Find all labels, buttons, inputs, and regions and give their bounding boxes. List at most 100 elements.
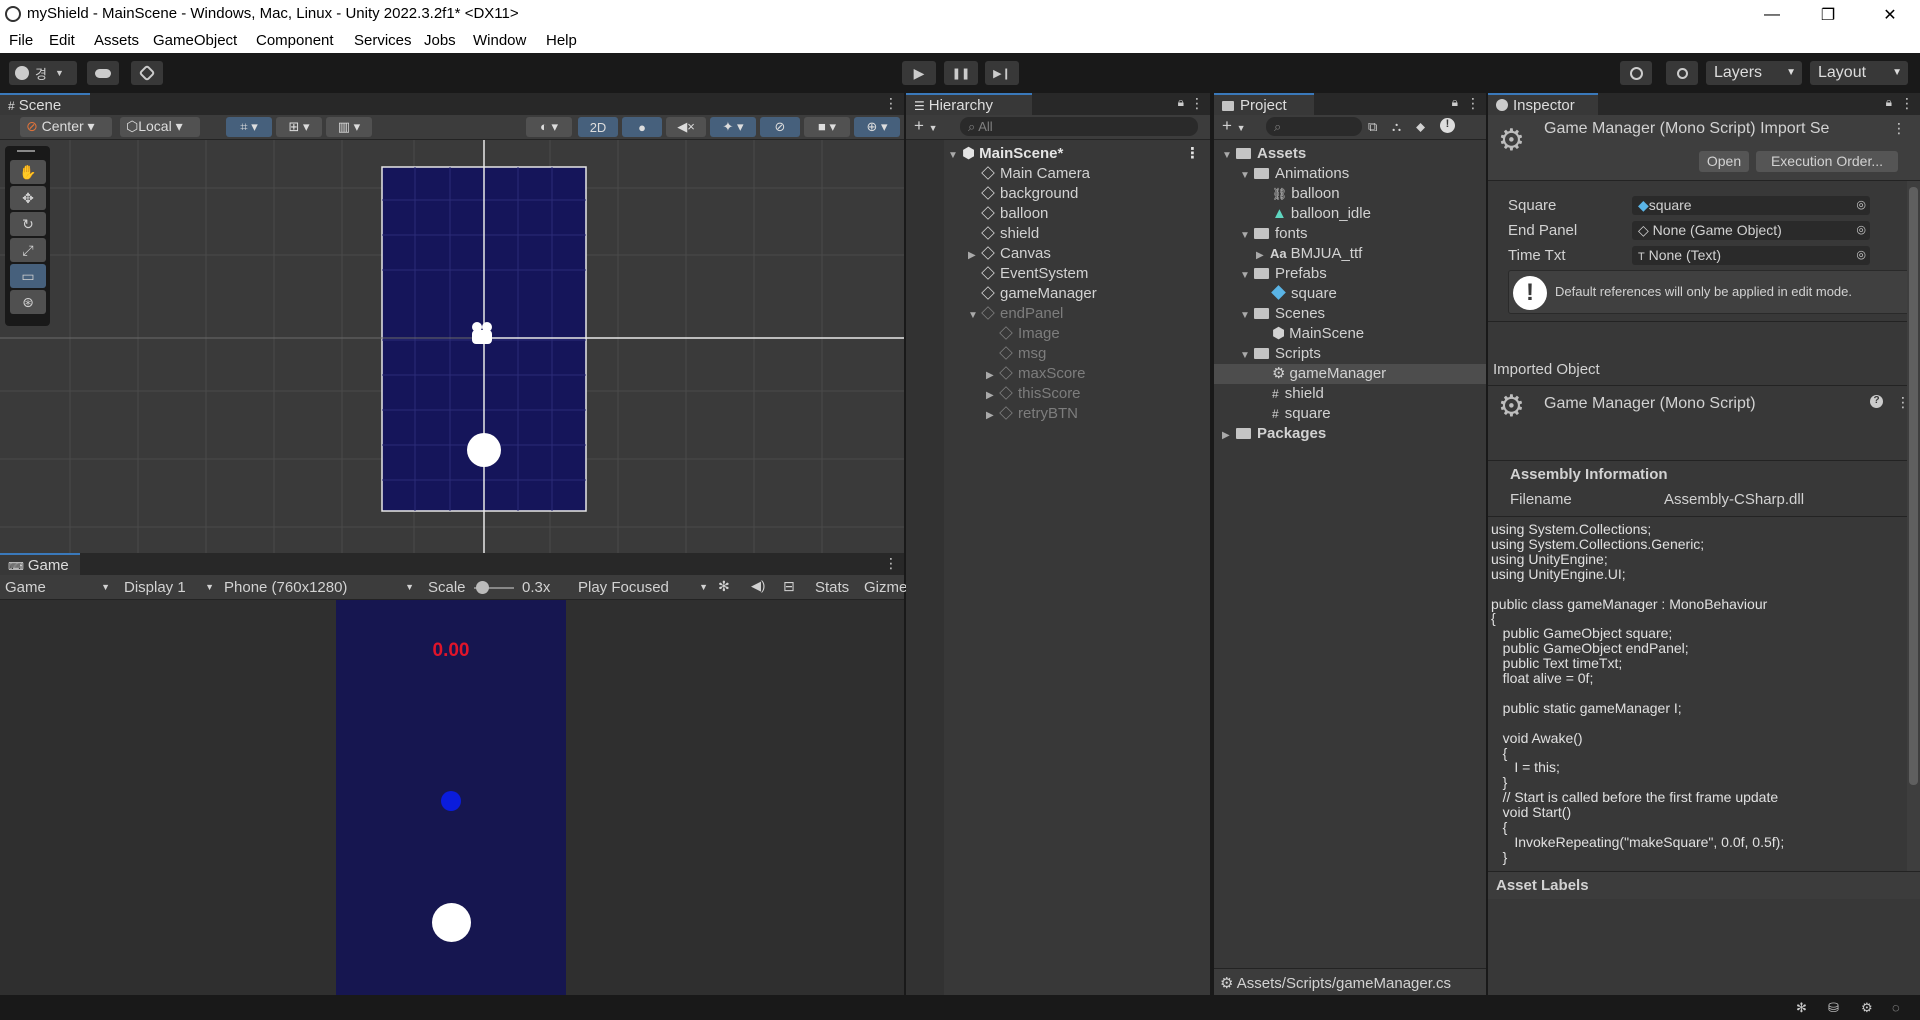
menu-edit[interactable]: Edit	[49, 32, 75, 49]
lock-icon[interactable]: 🔒︎	[1452, 95, 1458, 110]
menu-assets[interactable]: Assets	[94, 32, 139, 49]
menu-services[interactable]: Services	[354, 32, 412, 49]
restore-button[interactable]: ❐	[1800, 0, 1856, 29]
layout-dropdown[interactable]: Layout ▼	[1810, 61, 1908, 85]
scene-viewport[interactable]: ✋ ✥ ↻ ⤢ ▭ ⊛	[0, 140, 904, 553]
scale-tool-icon[interactable]: ⤢	[10, 238, 46, 262]
filter-label-icon[interactable]: ⬥	[1416, 119, 1425, 135]
list-item[interactable]: ▶ Canvas	[906, 244, 1210, 264]
resolution-dropdown[interactable]: Phone (760x1280) ▼	[224, 579, 414, 596]
hidden-objects-toggle[interactable]: ⊘	[760, 117, 800, 137]
gizmos-dropdown[interactable]: ⊕ ▾	[854, 117, 900, 137]
keyboard-icon[interactable]: ⊟	[783, 578, 795, 595]
list-item[interactable]: EventSystem	[906, 264, 1210, 284]
cloud-button[interactable]	[87, 61, 119, 85]
object-picker-icon[interactable]: ◎	[1856, 248, 1866, 261]
scene-menu-kebab[interactable]: ⋮	[1185, 144, 1200, 164]
game-viewport[interactable]: 0.00	[0, 600, 904, 995]
search-window-icon[interactable]: ⧉	[1368, 119, 1377, 135]
gizmos-button[interactable]: Gizme	[864, 579, 907, 596]
project-search-input[interactable]: ⌕	[1266, 117, 1362, 136]
list-item[interactable]: ▼ fonts	[1214, 224, 1486, 244]
game-menu-icon[interactable]: ⋮	[884, 555, 898, 572]
list-item[interactable]: msg	[906, 344, 1210, 364]
list-item[interactable]: ▶ Packages	[1214, 424, 1486, 444]
debug-off-icon[interactable]: ✻	[1796, 1000, 1807, 1016]
menu-component[interactable]: Component	[256, 32, 334, 49]
menu-window[interactable]: Window	[473, 32, 526, 49]
hierarchy-menu-icon[interactable]: ⋮	[1190, 95, 1204, 112]
camera-dropdown[interactable]: ■ ▾	[804, 117, 850, 137]
display-dropdown[interactable]: Display 1 ▼	[124, 579, 214, 596]
open-button[interactable]: Open	[1699, 151, 1749, 172]
warning-icon[interactable]: !	[1440, 118, 1455, 133]
speaker-icon[interactable]: ◀)	[751, 578, 765, 594]
tab-game[interactable]: ⌨ Game	[0, 553, 80, 575]
menu-help[interactable]: Help	[546, 32, 577, 49]
progress-icon[interactable]: ◌	[1892, 1000, 1900, 1015]
list-item[interactable]: ▶ thisScore	[906, 384, 1210, 404]
lighting-toggle[interactable]: ●	[622, 117, 662, 137]
inspector-scrollbar[interactable]: ▼	[1907, 181, 1920, 881]
menu-gameobject[interactable]: GameObject	[153, 32, 237, 49]
end-panel-field[interactable]: ◇ None (Game Object) ◎	[1632, 221, 1870, 240]
audio-toggle[interactable]: ◀×	[666, 117, 706, 137]
list-item[interactable]: ▼ endPanel	[906, 304, 1210, 324]
draw-mode-button[interactable]: ◐ ▾	[526, 117, 572, 137]
tab-hierarchy[interactable]: ☰ Hierarchy	[906, 93, 1032, 115]
grid-snap-button[interactable]: ⌗ ▾	[226, 117, 272, 137]
list-item[interactable]: ⚙ gameManager	[1214, 364, 1486, 384]
list-item[interactable]: # square	[1214, 404, 1486, 424]
tab-inspector[interactable]: Inspector	[1488, 93, 1598, 115]
cache-server-icon[interactable]: ⛁	[1828, 1000, 1839, 1016]
inspector-menu-icon[interactable]: ⋮	[1900, 95, 1914, 112]
help-icon[interactable]: ?	[1870, 395, 1883, 408]
list-item[interactable]: ⛓ balloon	[1214, 184, 1486, 204]
object-picker-icon[interactable]: ◎	[1856, 198, 1866, 211]
project-menu-icon[interactable]: ⋮	[1466, 95, 1480, 112]
lock-icon[interactable]: 🔒︎	[1178, 95, 1184, 110]
scale-slider-thumb[interactable]	[476, 581, 489, 594]
list-item[interactable]: ▶ Aa BMJUA_ttf	[1214, 244, 1486, 264]
assets-root-row[interactable]: ▼ Assets	[1214, 144, 1486, 164]
effects-toggle[interactable]: ✦ ▾	[710, 117, 756, 137]
list-item[interactable]: # shield	[1214, 384, 1486, 404]
hierarchy-search-input[interactable]: ⌕ All	[960, 117, 1198, 136]
bug-icon[interactable]: ✻	[718, 578, 730, 595]
header-menu-icon[interactable]: ⋮	[1892, 120, 1906, 137]
close-button[interactable]: ✕	[1862, 0, 1918, 29]
step-button[interactable]: ▶❙	[985, 61, 1019, 85]
space-dropdown[interactable]: ⬡Local ▾	[120, 117, 200, 137]
execution-order-button[interactable]: Execution Order...	[1756, 151, 1898, 172]
history-button[interactable]	[1620, 61, 1652, 85]
object-picker-icon[interactable]: ◎	[1856, 223, 1866, 236]
scene-root-row[interactable]: ▼ ⬢ MainScene* ⋮	[906, 144, 1210, 164]
tab-project[interactable]: Project	[1214, 93, 1314, 115]
layers-dropdown[interactable]: Layers ▼	[1706, 61, 1802, 85]
list-item[interactable]: Main Camera	[906, 164, 1210, 184]
minimize-button[interactable]: —	[1744, 0, 1800, 29]
list-item[interactable]: ▼ Scripts	[1214, 344, 1486, 364]
list-item[interactable]: ▼ Animations	[1214, 164, 1486, 184]
list-item[interactable]: background	[906, 184, 1210, 204]
tab-scene[interactable]: # Scene	[0, 93, 90, 115]
square-field[interactable]: ◆square ◎	[1632, 196, 1870, 215]
time-txt-field[interactable]: T None (Text) ◎	[1632, 246, 1870, 265]
menu-file[interactable]: File	[9, 32, 33, 49]
list-item[interactable]: ▶ maxScore	[906, 364, 1210, 384]
search-button[interactable]	[1666, 61, 1698, 85]
view-dropdown[interactable]: Game ▼	[5, 579, 110, 596]
add-icon[interactable]: + ▼	[914, 116, 938, 136]
increment-snap-button[interactable]: ⊞ ▾	[276, 117, 322, 137]
rect-tool-icon[interactable]: ▭	[10, 264, 46, 288]
create-icon[interactable]: + ▼	[1222, 116, 1246, 136]
rotate-tool-icon[interactable]: ↻	[10, 212, 46, 236]
list-item[interactable]: shield	[906, 224, 1210, 244]
filter-type-icon[interactable]: ⛬	[1392, 119, 1401, 135]
lock-icon[interactable]: 🔒︎	[1886, 95, 1892, 110]
pivot-dropdown[interactable]: ⊘ Center ▾	[20, 117, 112, 137]
stats-button[interactable]: Stats	[815, 579, 849, 596]
list-item[interactable]: Image	[906, 324, 1210, 344]
collab-button[interactable]	[131, 61, 163, 85]
menu-jobs[interactable]: Jobs	[424, 32, 456, 49]
